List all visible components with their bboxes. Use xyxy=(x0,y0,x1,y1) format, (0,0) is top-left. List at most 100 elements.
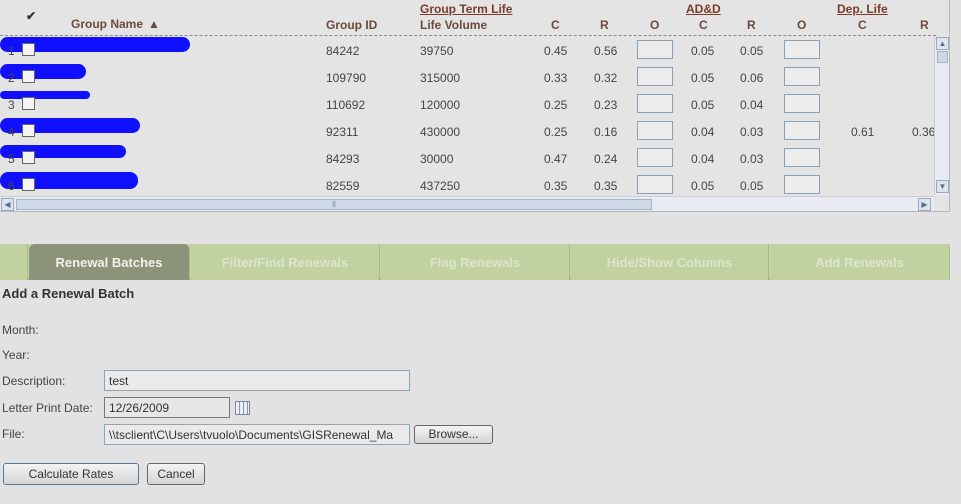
life-override-input[interactable] xyxy=(637,175,673,194)
sort-ascending-icon: ▲ xyxy=(148,17,160,31)
select-all-checkmark-icon[interactable]: ✔ xyxy=(26,9,36,23)
table-row[interactable]: 5 84293 30000 0.47 0.24 0.04 0.03 xyxy=(0,145,936,172)
row-number: 2 xyxy=(8,71,15,85)
col-group-group-term-life[interactable]: Group Term Life xyxy=(420,2,512,16)
letter-print-date-input[interactable]: 12/26/2009 xyxy=(104,397,230,418)
tab-bar: Renewal Batches Filter/Find Renewals Fla… xyxy=(0,244,950,280)
table-row[interactable]: 4 92311 430000 0.25 0.16 0.04 0.03 0.61 … xyxy=(0,118,936,145)
life-override-input[interactable] xyxy=(637,40,673,59)
row-checkbox[interactable] xyxy=(22,43,35,56)
col-life-o[interactable]: O xyxy=(650,18,659,32)
add-override-input[interactable] xyxy=(784,67,820,86)
calendar-icon[interactable] xyxy=(235,401,250,415)
cell-group-id: 110692 xyxy=(326,98,366,112)
col-group-name-label: Group Name xyxy=(71,17,144,31)
add-override-input[interactable] xyxy=(784,121,820,140)
calculate-rates-button[interactable]: Calculate Rates xyxy=(3,463,139,485)
row-checkbox[interactable] xyxy=(22,97,35,110)
row-checkbox[interactable] xyxy=(22,70,35,83)
row-checkbox[interactable] xyxy=(22,124,35,137)
cell-add-r: 0.03 xyxy=(740,152,764,166)
horizontal-scroll-thumb[interactable]: ⦀ xyxy=(16,199,652,210)
cell-add-r: 0.04 xyxy=(740,98,764,112)
life-override-input[interactable] xyxy=(637,148,673,167)
cell-life-r: 0.16 xyxy=(594,125,618,139)
cell-add-c: 0.05 xyxy=(691,179,715,193)
grid-header: ✔ Group Name ▲ Group ID Group Term Life L… xyxy=(0,0,936,36)
renewals-grid: ✔ Group Name ▲ Group ID Group Term Life L… xyxy=(0,0,950,212)
cell-life-c: 0.25 xyxy=(544,98,568,112)
col-group-add[interactable]: AD&D xyxy=(686,2,721,16)
table-row[interactable]: 1 84242 39750 0.45 0.56 0.05 0.05 xyxy=(0,37,936,64)
table-row[interactable]: 2 109790 315000 0.33 0.32 0.05 0.06 xyxy=(0,64,936,91)
cell-life-r: 0.24 xyxy=(594,152,618,166)
col-dep-c[interactable]: C xyxy=(858,18,867,32)
vertical-scroll-thumb[interactable] xyxy=(937,51,948,63)
scroll-up-icon[interactable]: ▲ xyxy=(936,37,949,50)
col-group-dep-life[interactable]: Dep. Life xyxy=(837,2,888,16)
add-override-input[interactable] xyxy=(784,175,820,194)
col-group-name[interactable]: Group Name ▲ xyxy=(71,17,160,31)
cell-add-c: 0.04 xyxy=(691,125,715,139)
scroll-right-icon[interactable]: ▶ xyxy=(918,198,931,211)
cell-life-volume: 30000 xyxy=(420,152,454,166)
tab-flag-renewals[interactable]: Flag Renewals xyxy=(381,244,570,280)
cell-add-c: 0.05 xyxy=(691,71,715,85)
row-number: 1 xyxy=(8,44,15,58)
cell-life-volume: 437250 xyxy=(420,179,461,193)
cell-add-r: 0.05 xyxy=(740,179,764,193)
row-number: 5 xyxy=(8,152,15,166)
col-dep-r[interactable]: R xyxy=(920,18,929,32)
scroll-left-icon[interactable]: ◀ xyxy=(1,198,14,211)
add-override-input[interactable] xyxy=(784,148,820,167)
file-path-input[interactable]: \\tsclient\C\Users\tvuolo\Documents\GISR… xyxy=(104,424,410,445)
cell-life-c: 0.45 xyxy=(544,44,568,58)
life-override-input[interactable] xyxy=(637,121,673,140)
cell-life-volume: 120000 xyxy=(420,98,461,112)
add-override-input[interactable] xyxy=(784,94,820,113)
redacted-group-name xyxy=(0,118,140,133)
col-life-r[interactable]: R xyxy=(600,18,609,32)
description-label: Description: xyxy=(2,374,66,388)
grid-rows: 1 84242 39750 0.45 0.56 0.05 0.05 2 1097… xyxy=(0,37,936,197)
cell-group-id: 84293 xyxy=(326,152,360,166)
cell-group-id: 109790 xyxy=(326,71,367,85)
row-checkbox[interactable] xyxy=(22,178,35,191)
tab-filter-find-renewals[interactable]: Filter/Find Renewals xyxy=(191,244,380,280)
life-override-input[interactable] xyxy=(637,94,673,113)
description-input[interactable]: test xyxy=(104,370,410,391)
cell-life-c: 0.47 xyxy=(544,152,568,166)
row-checkbox[interactable] xyxy=(22,151,35,164)
cell-life-c: 0.35 xyxy=(544,179,568,193)
col-life-c[interactable]: C xyxy=(551,18,560,32)
col-add-r[interactable]: R xyxy=(747,18,756,32)
tab-spacer xyxy=(0,244,28,280)
col-group-id[interactable]: Group ID xyxy=(326,18,377,32)
vertical-scrollbar[interactable]: ▲ ▼ xyxy=(934,37,949,195)
horizontal-scrollbar[interactable]: ◀ ⦀ ▶ xyxy=(0,196,934,211)
cell-group-id: 82559 xyxy=(326,179,360,193)
cancel-button[interactable]: Cancel xyxy=(147,463,205,485)
cell-life-r: 0.23 xyxy=(594,98,618,112)
table-row[interactable]: 3 110692 120000 0.25 0.23 0.05 0.04 xyxy=(0,91,936,118)
browse-button[interactable]: Browse... xyxy=(414,425,493,444)
cell-dep-r: 0.36 xyxy=(912,125,936,139)
life-override-input[interactable] xyxy=(637,67,673,86)
row-number: 6 xyxy=(8,179,15,193)
tab-add-renewals[interactable]: Add Renewals xyxy=(770,244,950,280)
add-override-input[interactable] xyxy=(784,40,820,59)
col-add-o[interactable]: O xyxy=(797,18,806,32)
cell-add-r: 0.06 xyxy=(740,71,764,85)
cell-life-c: 0.33 xyxy=(544,71,568,85)
cell-add-c: 0.05 xyxy=(691,98,715,112)
month-label: Month: xyxy=(2,323,39,337)
cell-life-r: 0.32 xyxy=(594,71,618,85)
cell-group-id: 84242 xyxy=(326,44,360,58)
cell-dep-c: 0.61 xyxy=(851,125,875,139)
scroll-down-icon[interactable]: ▼ xyxy=(936,180,949,193)
col-life-volume[interactable]: Life Volume xyxy=(420,18,487,32)
tab-hide-show-columns[interactable]: Hide/Show Columns xyxy=(571,244,769,280)
tab-renewal-batches[interactable]: Renewal Batches xyxy=(29,244,190,280)
table-row[interactable]: 6 82559 437250 0.35 0.35 0.05 0.05 xyxy=(0,172,936,197)
col-add-c[interactable]: C xyxy=(699,18,708,32)
